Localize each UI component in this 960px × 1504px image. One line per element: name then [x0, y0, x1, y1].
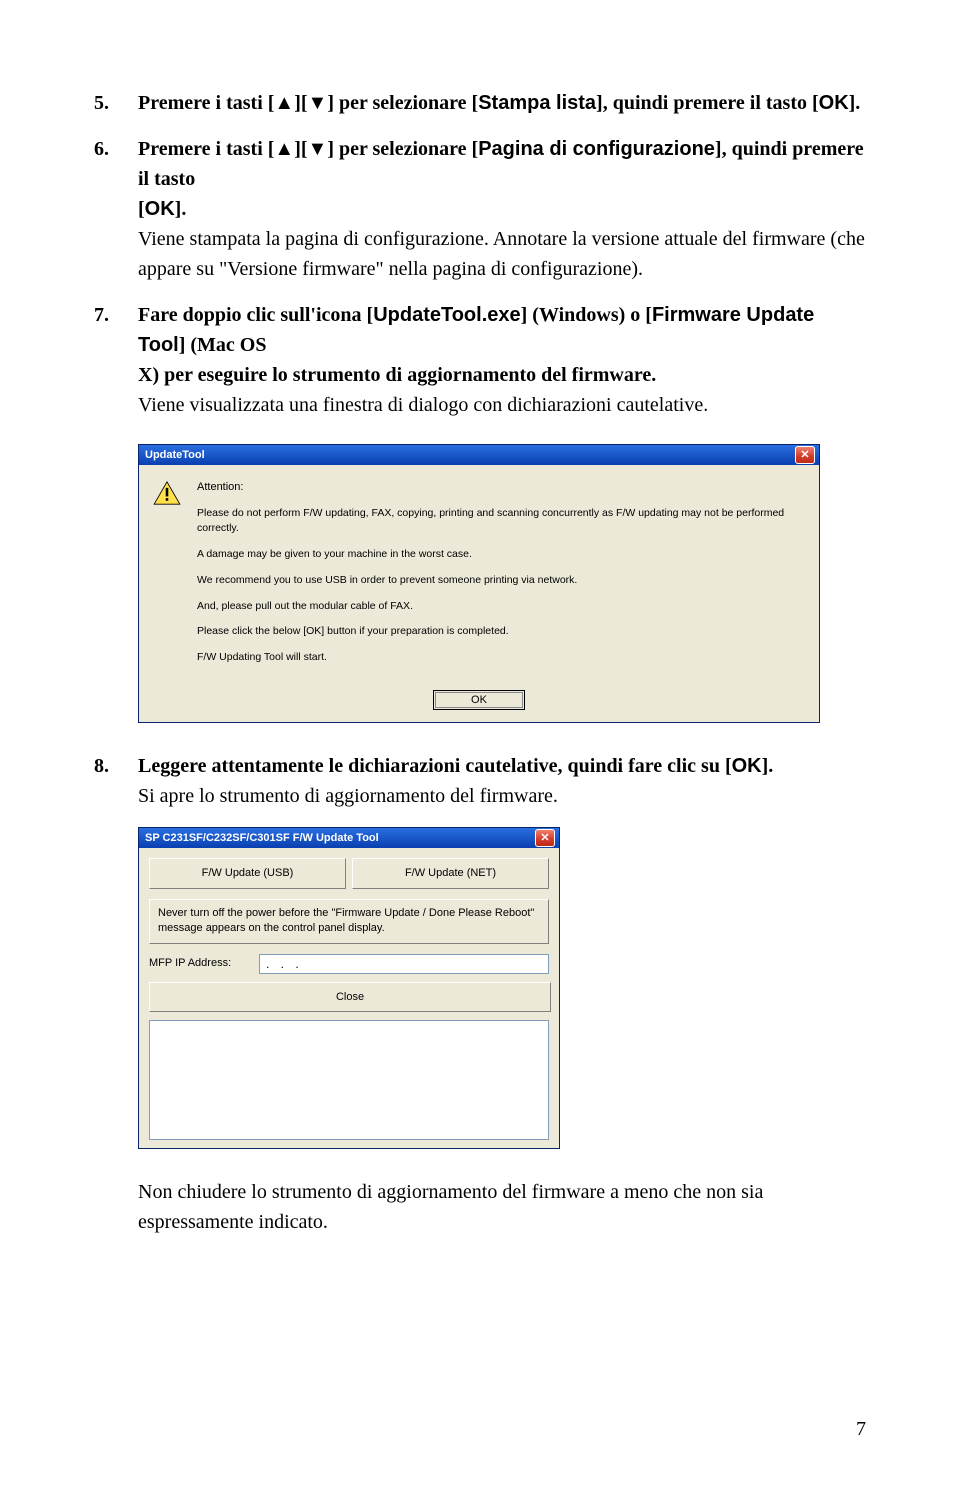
- dialog-titlebar: UpdateTool ✕: [139, 445, 819, 465]
- warning-icon: [153, 481, 181, 505]
- close-button[interactable]: Close: [149, 982, 551, 1013]
- footer-note: Non chiudere lo strumento di aggiornamen…: [138, 1177, 866, 1237]
- dialog-title: SP C231SF/C232SF/C301SF F/W Update Tool: [145, 830, 379, 847]
- warning-message: Never turn off the power before the "Fir…: [149, 899, 549, 944]
- fw-update-tool-dialog: SP C231SF/C232SF/C301SF F/W Update Tool …: [138, 827, 560, 1149]
- log-output: [149, 1020, 549, 1140]
- step-heading: Leggere attentamente le dichiarazioni ca…: [138, 751, 773, 781]
- step-text: Viene visualizzata una finestra di dialo…: [138, 390, 866, 420]
- dialog-text: Attention: Please do not perform F/W upd…: [197, 479, 805, 676]
- fw-update-usb-button[interactable]: F/W Update (USB): [149, 858, 346, 889]
- page-number: 7: [856, 1414, 866, 1444]
- step-number: 8.: [94, 751, 116, 781]
- step-number: 5.: [94, 88, 116, 118]
- step-number: 7.: [94, 300, 116, 390]
- step-7: 7. Fare doppio clic sull'icona [UpdateTo…: [94, 300, 866, 420]
- step-8: 8. Leggere attentamente le dichiarazioni…: [94, 751, 866, 811]
- step-text: Viene stampata la pagina di configurazio…: [138, 224, 866, 284]
- ok-button[interactable]: OK: [433, 690, 525, 711]
- step-text: Si apre lo strumento di aggiornamento de…: [138, 781, 866, 811]
- step-heading: Premere i tasti [▲][▼] per selezionare […: [138, 134, 866, 194]
- step-body: Si apre lo strumento di aggiornamento de…: [138, 781, 866, 811]
- update-tool-warning-dialog: UpdateTool ✕ Attention: Please do not pe…: [138, 444, 820, 723]
- dialog-title: UpdateTool: [145, 447, 205, 464]
- attention-label: Attention:: [197, 479, 805, 496]
- fw-update-net-button[interactable]: F/W Update (NET): [352, 858, 549, 889]
- step-heading: Fare doppio clic sull'icona [UpdateTool.…: [138, 300, 866, 360]
- step-heading-line2: [OK].: [138, 194, 866, 224]
- step-5: 5. Premere i tasti [▲][▼] per selezionar…: [94, 88, 866, 118]
- step-number: 6.: [94, 134, 116, 224]
- step-body: Viene stampata la pagina di configurazio…: [138, 224, 866, 284]
- dialog-titlebar: SP C231SF/C232SF/C301SF F/W Update Tool …: [139, 828, 559, 848]
- step-heading-line2: X) per eseguire lo strumento di aggiorna…: [138, 360, 866, 390]
- step-6: 6. Premere i tasti [▲][▼] per selezionar…: [94, 134, 866, 284]
- ip-address-input[interactable]: . . .: [259, 954, 549, 974]
- step-body: Viene visualizzata una finestra di dialo…: [138, 390, 866, 420]
- ip-address-label: MFP IP Address:: [149, 955, 249, 972]
- step-heading: Premere i tasti [▲][▼] per selezionare […: [138, 88, 860, 118]
- close-icon[interactable]: ✕: [795, 446, 815, 464]
- close-icon[interactable]: ✕: [535, 829, 555, 847]
- footer-text: Non chiudere lo strumento di aggiornamen…: [138, 1177, 866, 1237]
